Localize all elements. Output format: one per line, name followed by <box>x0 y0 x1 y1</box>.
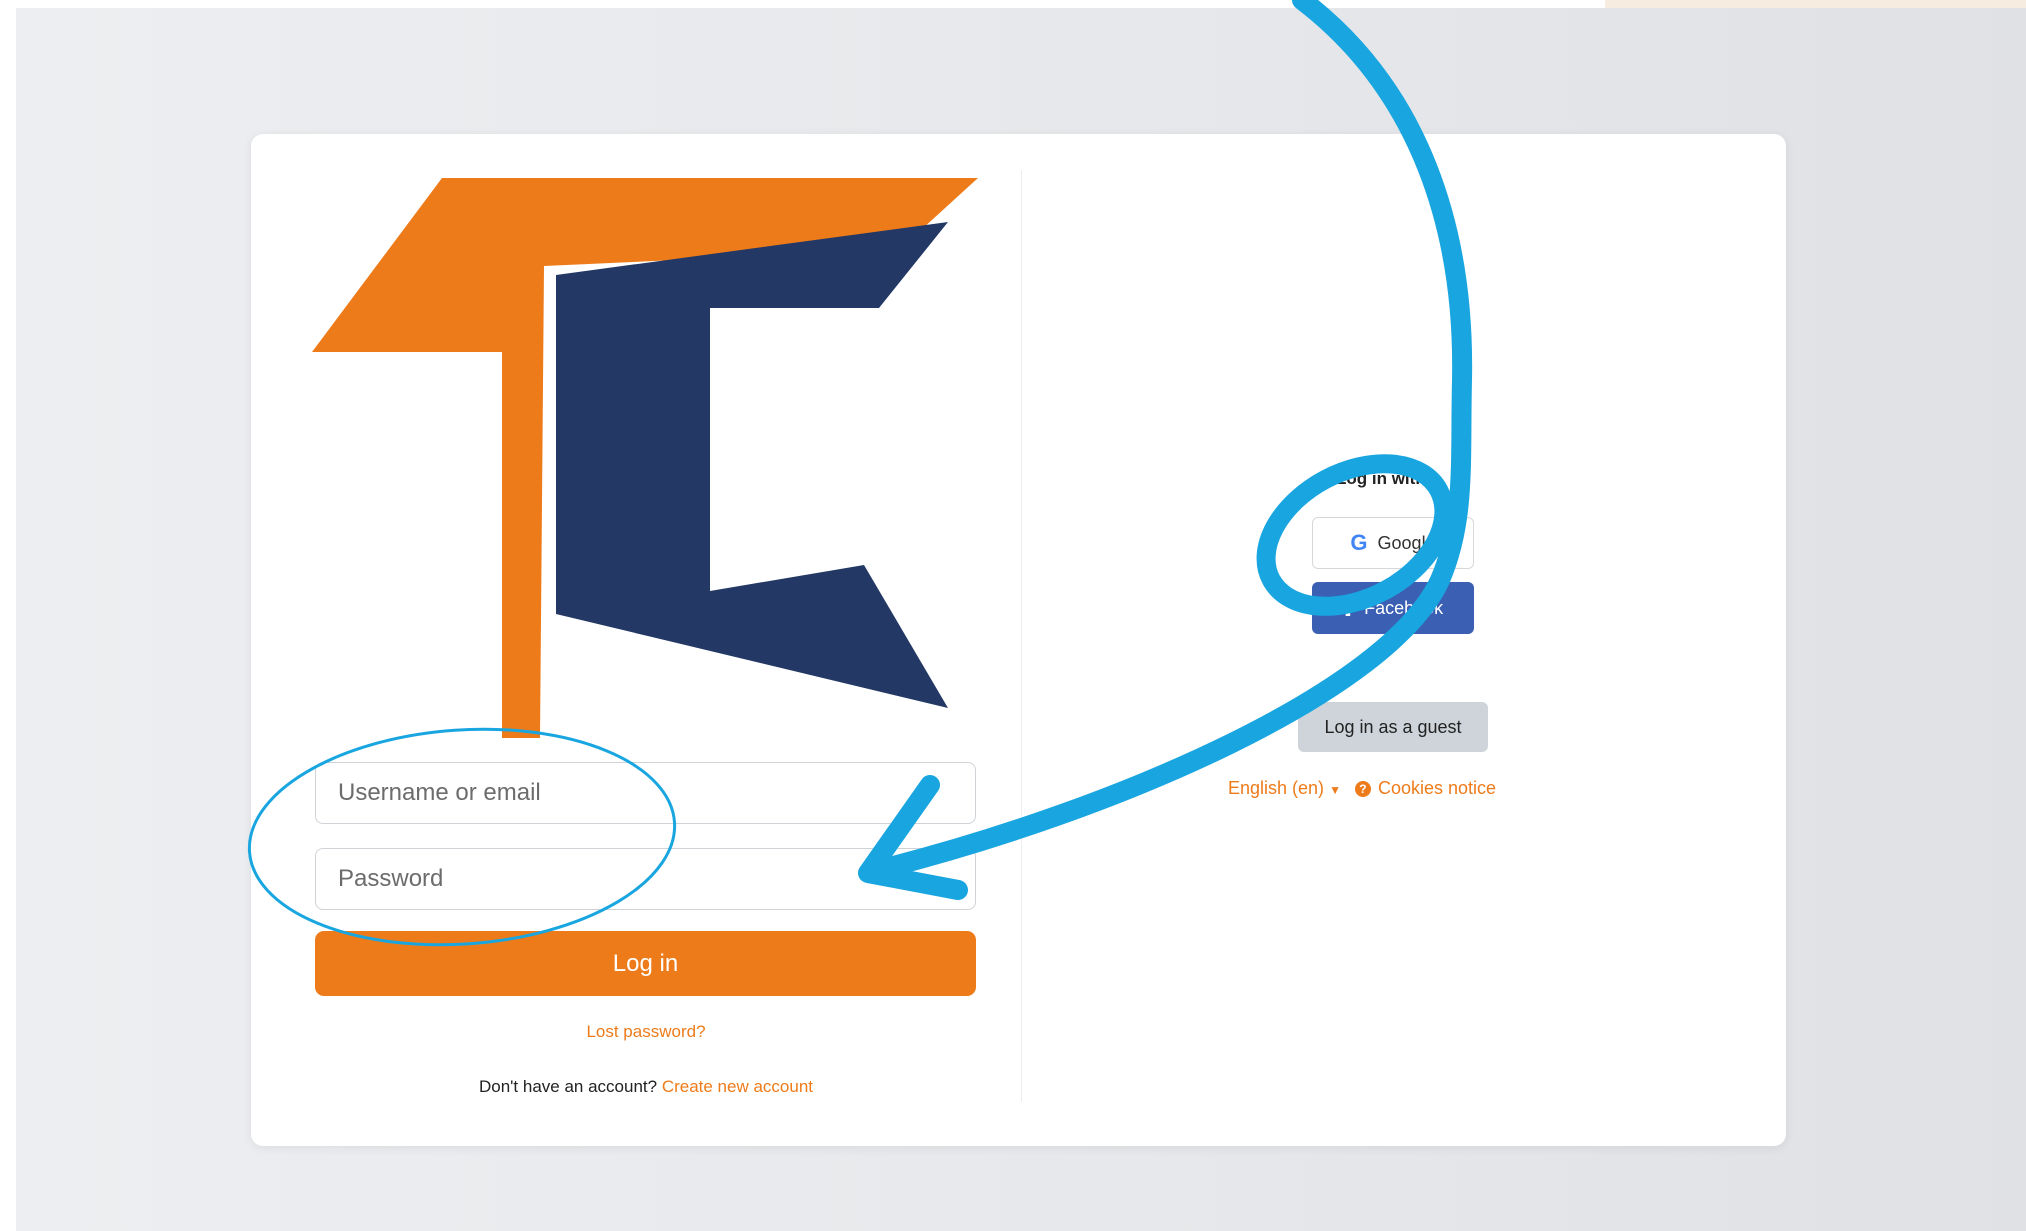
username-input[interactable] <box>315 762 976 824</box>
guest-login-button[interactable]: Log in as a guest <box>1298 702 1488 752</box>
login-button[interactable]: Log in <box>315 931 976 996</box>
cookies-label: Cookies notice <box>1377 778 1497 798</box>
cookies-notice-link[interactable]: ? Cookies notice <box>1354 778 1497 799</box>
password-input[interactable] <box>315 848 976 910</box>
top-corner-tint <box>1605 0 2026 8</box>
card-divider <box>1021 170 1022 1102</box>
facebook-login-button[interactable]: f Facebook <box>1312 582 1474 634</box>
facebook-f-icon: f <box>1342 593 1355 623</box>
site-logo <box>312 178 978 738</box>
google-g-icon: G <box>1350 530 1368 555</box>
google-label: Google <box>1377 532 1436 553</box>
language-selector[interactable]: English (en) ▼ <box>1228 778 1341 799</box>
footer-links: English (en) ▼ ? Cookies notice <box>1228 778 1496 799</box>
logo-c-shape <box>556 222 948 708</box>
chevron-down-icon: ▼ <box>1329 783 1341 797</box>
google-login-button[interactable]: G Google <box>1312 517 1474 569</box>
language-label: English (en) <box>1228 778 1325 798</box>
signup-row: Don't have an account? Create new accoun… <box>0 1077 1292 1097</box>
login-with-heading: Log in with <box>1336 469 1426 488</box>
lost-password-link[interactable]: Lost password? <box>0 1022 1292 1042</box>
create-account-link[interactable]: Create new account <box>662 1077 813 1096</box>
facebook-label: Facebook <box>1364 597 1444 618</box>
no-account-text: Don't have an account? <box>478 1077 658 1096</box>
question-circle-icon: ? <box>1354 780 1371 797</box>
